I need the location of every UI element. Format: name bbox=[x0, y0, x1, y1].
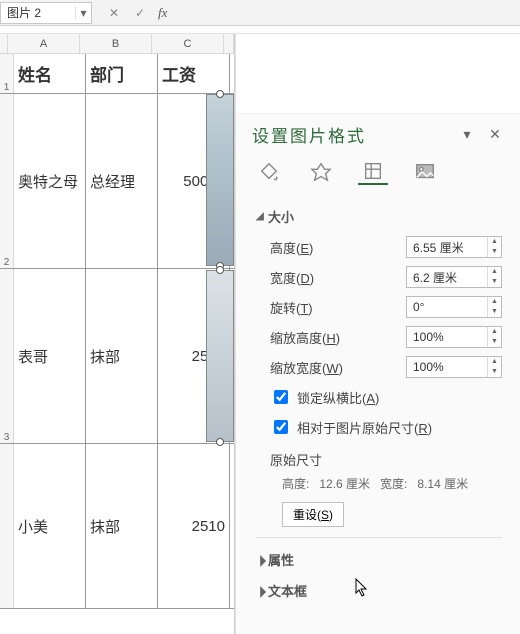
row-header-1[interactable]: 1 bbox=[0, 54, 14, 93]
cell-name[interactable]: 小美 bbox=[14, 444, 86, 608]
cell-name[interactable]: 表哥 bbox=[14, 269, 86, 443]
effects-tab-icon[interactable] bbox=[306, 159, 336, 185]
textbox-section-toggle[interactable]: ◢ 文本框 bbox=[256, 575, 502, 606]
confirm-icon[interactable]: ✓ bbox=[132, 5, 148, 21]
size-section-toggle[interactable]: ◢ 大小 bbox=[256, 201, 502, 232]
cell-header-salary[interactable]: 工资 bbox=[158, 54, 230, 93]
col-header-b[interactable]: B bbox=[80, 34, 152, 53]
chevron-down-icon[interactable]: ▾ bbox=[75, 6, 91, 20]
height-label: 高度(E) bbox=[270, 238, 406, 257]
spinner-arrows[interactable]: ▲▼ bbox=[487, 327, 501, 347]
col-header-d[interactable] bbox=[224, 34, 234, 53]
original-size-values: 高度: 12.6 厘米 宽度: 8.14 厘米 bbox=[256, 471, 502, 496]
scale-height-input[interactable]: 100% ▲▼ bbox=[406, 326, 502, 348]
scale-height-label: 缩放高度(H) bbox=[270, 328, 406, 347]
col-header-a[interactable]: A bbox=[8, 34, 80, 53]
spinner-arrows[interactable]: ▲▼ bbox=[487, 297, 501, 317]
fx-area: ✕ ✓ fx bbox=[92, 5, 167, 21]
cancel-icon[interactable]: ✕ bbox=[106, 5, 122, 21]
table-row: 2 奥特之母 总经理 50000 bbox=[0, 94, 234, 269]
cell-dept[interactable]: 抹部 bbox=[86, 269, 158, 443]
rotate-row: 旋转(T) 0° ▲▼ bbox=[256, 292, 502, 322]
selected-picture-2[interactable] bbox=[206, 270, 234, 442]
lock-aspect-row: 锁定纵横比(A) bbox=[256, 382, 502, 412]
chevron-down-icon[interactable]: ▾ bbox=[458, 126, 476, 144]
cell-dept[interactable]: 总经理 bbox=[86, 94, 158, 268]
cell-header-dept[interactable]: 部门 bbox=[86, 54, 158, 93]
spreadsheet-grid[interactable]: A B C 1 姓名 部门 工资 2 奥特之母 总经理 50000 3 表哥 抹… bbox=[0, 34, 235, 634]
rotate-label: 旋转(T) bbox=[270, 298, 406, 317]
size-label: 大小 bbox=[268, 207, 294, 226]
fx-icon[interactable]: fx bbox=[158, 5, 167, 21]
attributes-section-toggle[interactable]: ◢ 属性 bbox=[256, 544, 502, 575]
divider bbox=[256, 537, 502, 538]
width-label: 宽度(D) bbox=[270, 268, 406, 287]
reset-button[interactable]: 重设(S) bbox=[282, 502, 344, 527]
size-section: ◢ 大小 高度(E) 6.55 厘米 ▲▼ 宽度(D) 6.2 厘米 ▲▼ 旋转… bbox=[236, 191, 520, 610]
relative-original-label: 相对于图片原始尺寸(R) bbox=[297, 418, 432, 437]
select-all-corner[interactable] bbox=[0, 34, 8, 53]
height-row: 高度(E) 6.55 厘米 ▲▼ bbox=[256, 232, 502, 262]
cell-salary[interactable]: 2510 bbox=[158, 444, 230, 608]
scale-width-input[interactable]: 100% ▲▼ bbox=[406, 356, 502, 378]
row-header-4[interactable] bbox=[0, 444, 14, 608]
formula-input-row[interactable] bbox=[0, 26, 520, 34]
panel-title: 设置图片格式 bbox=[252, 122, 448, 147]
rotate-input[interactable]: 0° ▲▼ bbox=[406, 296, 502, 318]
cell-name[interactable]: 奥特之母 bbox=[14, 94, 86, 268]
lock-aspect-label: 锁定纵横比(A) bbox=[297, 388, 379, 407]
close-icon[interactable]: ✕ bbox=[486, 126, 504, 144]
cell-dept[interactable]: 抹部 bbox=[86, 444, 158, 608]
col-header-c[interactable]: C bbox=[152, 34, 224, 53]
picture-tab-icon[interactable] bbox=[410, 159, 440, 185]
scale-height-row: 缩放高度(H) 100% ▲▼ bbox=[256, 322, 502, 352]
format-tabs bbox=[236, 153, 520, 191]
selected-picture-1[interactable] bbox=[206, 94, 234, 266]
triangle-down-icon: ◢ bbox=[256, 211, 268, 222]
row-header-3[interactable]: 3 bbox=[0, 269, 14, 443]
scale-width-label: 缩放宽度(W) bbox=[270, 358, 406, 377]
original-size-header: 原始尺寸 bbox=[256, 442, 502, 471]
attributes-label: 属性 bbox=[268, 550, 294, 569]
width-input[interactable]: 6.2 厘米 ▲▼ bbox=[406, 266, 502, 288]
spinner-arrows[interactable]: ▲▼ bbox=[487, 267, 501, 287]
size-tab-icon[interactable] bbox=[358, 159, 388, 185]
resize-handle[interactable] bbox=[216, 438, 224, 446]
height-input[interactable]: 6.55 厘米 ▲▼ bbox=[406, 236, 502, 258]
cell-header-name[interactable]: 姓名 bbox=[14, 54, 86, 93]
format-picture-pane: 设置图片格式 ▾ ✕ ◢ 大小 高度(E) bbox=[235, 34, 520, 634]
relative-original-checkbox[interactable] bbox=[274, 420, 288, 434]
panel-blank-top bbox=[236, 34, 520, 114]
textbox-label: 文本框 bbox=[268, 581, 307, 600]
name-box-value: 图片 2 bbox=[1, 4, 75, 21]
column-headers: A B C bbox=[0, 34, 234, 54]
spinner-arrows[interactable]: ▲▼ bbox=[487, 357, 501, 377]
table-row: 3 表哥 抹部 2500 bbox=[0, 269, 234, 444]
panel-header: 设置图片格式 ▾ ✕ bbox=[236, 114, 520, 153]
relative-original-row: 相对于图片原始尺寸(R) bbox=[256, 412, 502, 442]
name-box[interactable]: 图片 2 ▾ bbox=[0, 2, 92, 24]
formula-bar-row: 图片 2 ▾ ✕ ✓ fx bbox=[0, 0, 520, 26]
cursor-icon bbox=[355, 578, 369, 598]
table-header-row: 1 姓名 部门 工资 bbox=[0, 54, 234, 94]
scale-width-row: 缩放宽度(W) 100% ▲▼ bbox=[256, 352, 502, 382]
width-row: 宽度(D) 6.2 厘米 ▲▼ bbox=[256, 262, 502, 292]
fill-tab-icon[interactable] bbox=[254, 159, 284, 185]
table-row: 小美 抹部 2510 bbox=[0, 444, 234, 609]
resize-handle[interactable] bbox=[216, 90, 224, 98]
lock-aspect-checkbox[interactable] bbox=[274, 390, 288, 404]
row-header-2[interactable]: 2 bbox=[0, 94, 14, 268]
spinner-arrows[interactable]: ▲▼ bbox=[487, 237, 501, 257]
resize-handle[interactable] bbox=[216, 266, 224, 274]
